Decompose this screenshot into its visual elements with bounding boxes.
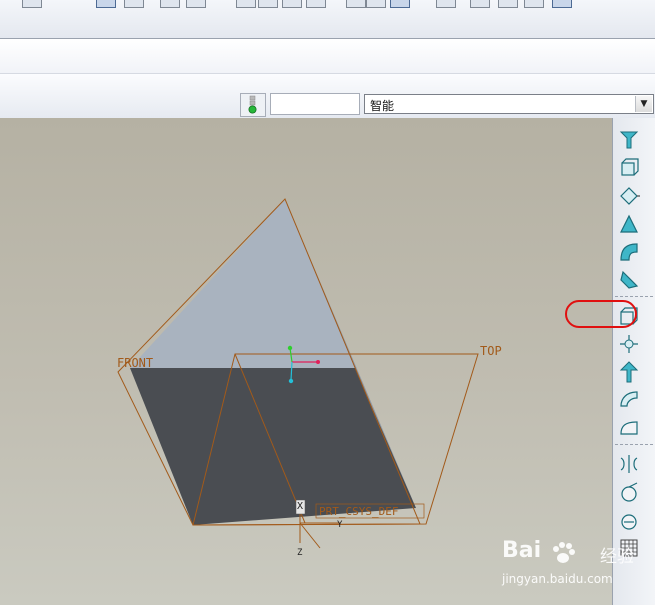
toolbar-button[interactable] — [498, 0, 518, 8]
datum-label-top: TOP — [480, 344, 502, 358]
feature-toolbar — [612, 118, 655, 605]
toolbar-button[interactable] — [552, 0, 572, 8]
toolbar-button[interactable] — [124, 0, 144, 8]
toolbar-separator — [615, 296, 653, 297]
trim-icon[interactable] — [617, 508, 641, 532]
annotation-highlight — [565, 300, 637, 328]
mirror-icon[interactable] — [617, 452, 641, 476]
toolbar-button[interactable] — [22, 0, 42, 8]
orientation-axis-x-end — [316, 360, 320, 364]
watermark-brand: Bai — [502, 538, 542, 563]
toolbar-button[interactable] — [470, 0, 490, 8]
datum-label-front: FRONT — [117, 356, 154, 370]
blend-icon[interactable] — [617, 212, 641, 236]
toolbar-button[interactable] — [96, 0, 116, 8]
status-light[interactable] — [240, 93, 266, 117]
orientation-axis-z-end — [288, 378, 294, 384]
toolbar-button[interactable] — [160, 0, 180, 8]
extrude-icon[interactable] — [617, 156, 641, 180]
watermark-cn: 经验 — [600, 547, 634, 567]
datum-label-csys: PRT_CSYS_DEF — [319, 505, 399, 518]
toolbar-button[interactable] — [346, 0, 366, 8]
chevron-down-icon[interactable]: ▼ — [635, 96, 652, 112]
toolbar-button[interactable] — [236, 0, 256, 8]
toolbar-button[interactable] — [436, 0, 456, 8]
toolbar-button[interactable] — [258, 0, 278, 8]
status-field — [270, 93, 360, 115]
traffic-light-icon — [248, 95, 257, 114]
csys-label-x: X — [297, 501, 304, 512]
datum-axis-icon[interactable] — [617, 332, 641, 356]
revolve-icon[interactable] — [617, 184, 641, 208]
model-view — [117, 198, 479, 549]
sweep-icon[interactable] — [617, 240, 641, 264]
toolbar-button[interactable] — [390, 0, 410, 8]
variable-section-icon[interactable] — [617, 268, 641, 292]
toolbar-button[interactable] — [524, 0, 544, 8]
main-toolbar — [0, 0, 655, 39]
csys-label-z: Z — [297, 548, 303, 558]
model-face-light — [130, 199, 355, 368]
message-area — [0, 39, 655, 74]
selection-filter-dropdown[interactable]: 智能 ▼ — [364, 94, 654, 114]
toolbar-button[interactable] — [306, 0, 326, 8]
draft-icon[interactable] — [617, 360, 641, 384]
graphics-window[interactable]: FRONT TOP PRT_CSYS_DEF X Y Z — [0, 118, 612, 605]
datum-plane-tool-icon[interactable] — [617, 128, 641, 152]
toolbar-separator — [615, 444, 653, 445]
csys-label-y: Y — [337, 520, 343, 530]
toolbar-button[interactable] — [282, 0, 302, 8]
csys-axis — [299, 522, 321, 549]
merge-icon[interactable] — [617, 480, 641, 504]
selection-filter-value: 智能 — [370, 99, 395, 113]
watermark-url: jingyan.baidu.com — [502, 572, 613, 586]
orientation-axis-y-end — [287, 345, 293, 351]
toolbar-button[interactable] — [366, 0, 386, 8]
round-icon[interactable] — [617, 388, 641, 412]
rib-icon[interactable] — [617, 416, 641, 440]
watermark: Bai 经验 jingyan.baidu.com — [502, 538, 652, 600]
toolbar-button[interactable] — [186, 0, 206, 8]
paw-icon — [553, 542, 575, 563]
